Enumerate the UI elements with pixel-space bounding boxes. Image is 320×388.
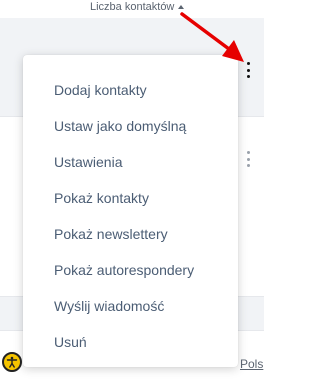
menu-item-show-autoresponders[interactable]: Pokaż autorespondery [23,252,238,288]
menu-item-send-message[interactable]: Wyślij wiadomość [23,288,238,324]
menu-item-settings[interactable]: Ustawienia [23,144,238,180]
column-header-label: Liczba kontaktów [90,1,175,13]
kebab-dot [246,62,250,65]
column-header-contact-count[interactable]: Liczba kontaktów [90,0,185,14]
row-actions-menu-button[interactable] [244,62,252,78]
kebab-dot [246,151,250,154]
kebab-dot [246,164,250,167]
menu-item-show-newsletters[interactable]: Pokaż newslettery [23,216,238,252]
accessibility-button[interactable] [0,350,23,374]
kebab-dot [246,75,250,78]
language-selector[interactable]: Pols [240,357,263,371]
menu-item-set-default[interactable]: Ustaw jako domyślną [23,108,238,144]
chevron-up-icon [178,5,185,9]
menu-item-add-contacts[interactable]: Dodaj kontakty [23,72,238,108]
row-actions-dropdown-menu: Dodaj kontakty Ustaw jako domyślną Ustaw… [23,55,238,367]
row-actions-menu-button[interactable] [244,151,252,167]
accessibility-icon [1,352,22,372]
kebab-dot [246,157,250,161]
menu-item-delete[interactable]: Usuń [23,324,238,360]
menu-item-show-contacts[interactable]: Pokaż kontakty [23,180,238,216]
kebab-dot [246,68,250,72]
